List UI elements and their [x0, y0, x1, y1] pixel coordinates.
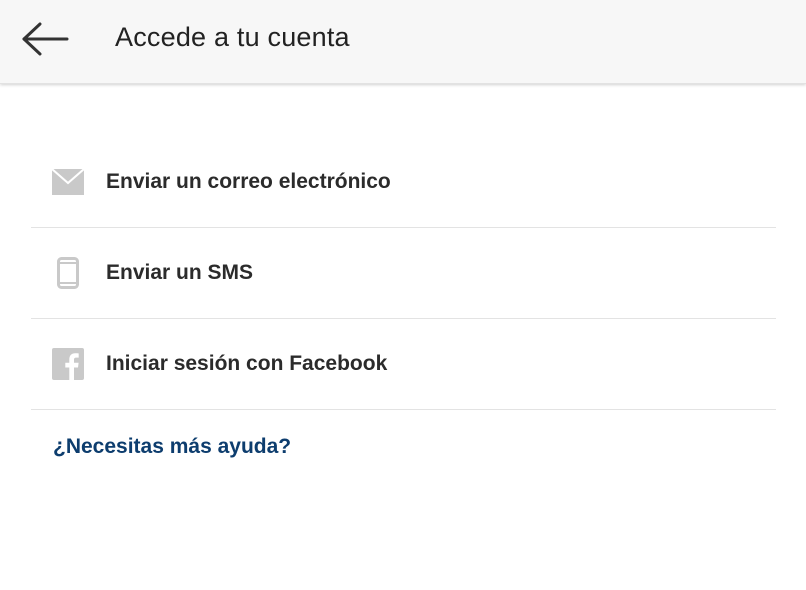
page-title: Accede a tu cuenta	[115, 22, 350, 52]
app-screen: Accede a tu cuenta Enviar un correo elec…	[0, 0, 806, 590]
option-facebook[interactable]: Iniciar sesión con Facebook	[31, 319, 776, 410]
option-facebook-label: Iniciar sesión con Facebook	[106, 352, 388, 375]
recovery-options-list: Enviar un correo electrónico Enviar un S…	[31, 137, 776, 410]
smartphone-icon	[51, 256, 85, 290]
option-sms[interactable]: Enviar un SMS	[31, 228, 776, 319]
arrow-left-icon	[22, 22, 69, 56]
help-link[interactable]: ¿Necesitas más ayuda?	[53, 435, 291, 459]
option-email-label: Enviar un correo electrónico	[106, 170, 391, 193]
facebook-icon	[51, 347, 85, 381]
option-sms-label: Enviar un SMS	[106, 261, 254, 284]
back-button[interactable]	[14, 14, 76, 64]
option-email[interactable]: Enviar un correo electrónico	[31, 137, 776, 228]
top-app-bar: Accede a tu cuenta	[0, 0, 806, 84]
envelope-icon	[51, 165, 85, 199]
